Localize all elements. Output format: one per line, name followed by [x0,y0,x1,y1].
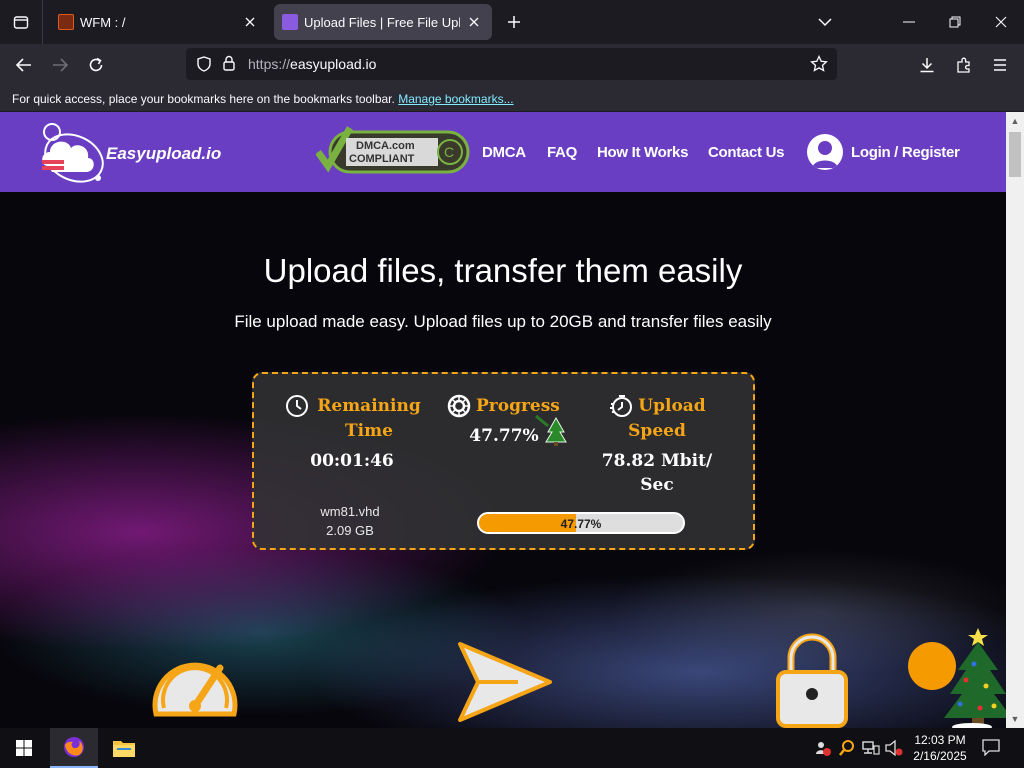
nav-how-it-works[interactable]: How It Works [597,144,688,161]
send-arrow-icon [458,642,552,722]
network-icon[interactable] [862,740,880,761]
wfm-favicon-icon [58,14,74,30]
upload-speed-label-line2: Speed [628,421,686,441]
restore-icon[interactable] [940,8,970,36]
firefox-taskbar-icon[interactable] [50,728,98,768]
search-magnifier-icon[interactable] [839,740,855,761]
back-arrow-icon[interactable] [9,51,39,79]
nav-dmca[interactable]: DMCA [482,144,526,161]
easyupload-favicon-icon [282,14,298,30]
speaker-muted-icon[interactable] [885,739,903,761]
taskbar-clock[interactable]: 12:03 PM 2/16/2025 [905,732,975,764]
remaining-time-value: 00:01:46 [310,451,394,471]
hero-subtitle: File upload made easy. Upload files up t… [234,312,772,331]
speedometer-icon [152,662,238,717]
page-scrollbar[interactable]: ▲ ▼ [1006,112,1024,728]
file-name: wm81.vhd [320,504,380,519]
new-tab-plus-icon[interactable] [502,10,526,34]
bookmarks-hint-text: For quick access, place your bookmarks h… [12,92,395,106]
brand-name[interactable]: Easyupload.io [106,144,221,164]
dmca-badge-line2: COMPLIANT [349,153,415,165]
start-windows-icon[interactable] [0,728,48,768]
tab-title: WFM : / [80,14,126,30]
clock-icon [286,395,308,417]
close-tab-icon[interactable] [240,12,260,32]
downloads-icon[interactable] [912,51,942,79]
reload-icon[interactable] [81,51,111,79]
tab-list-icon[interactable] [8,9,34,35]
upload-speed-label-line1: Upload [638,396,706,416]
upload-status-card: Remaining Time 00:01:46 Progress 47.77% … [252,372,755,550]
bookmarks-toolbar: For quick access, place your bookmarks h… [0,86,1024,112]
scroll-up-arrow-icon[interactable]: ▲ [1010,116,1020,126]
remaining-time-label-line2: Time [345,421,393,441]
easyupload-logo-icon[interactable] [38,122,108,184]
progress-ring-icon [447,394,471,418]
dmca-badge-line1: DMCA.com [356,140,415,152]
notifications-chat-icon[interactable] [982,738,1000,761]
hero-title: Upload files, transfer them easily [263,252,743,289]
page-viewport: Easyupload.io C DMCA.com COMPLIANT DMCA … [0,112,1024,728]
user-avatar-icon[interactable] [807,134,843,170]
clock-date: 2/16/2025 [913,749,967,763]
hamburger-menu-icon[interactable] [985,51,1015,79]
close-tab-icon[interactable] [464,12,484,32]
upload-progress-bar: 47.77% [477,512,685,534]
lock-icon[interactable] [222,55,236,76]
manage-bookmarks-link[interactable]: Manage bookmarks... [398,92,513,106]
extensions-puzzle-icon[interactable] [949,51,979,79]
tab-bar: WFM : / Upload Files | Free File Upload … [0,0,1024,44]
shield-icon[interactable] [196,56,212,77]
svg-text:C: C [444,144,454,160]
nav-contact-us[interactable]: Contact Us [708,144,784,161]
upload-speed-value-line1: 78.82 Mbit/ [601,451,713,471]
file-explorer-folder-icon[interactable] [100,728,148,768]
forward-arrow-icon[interactable] [45,51,75,79]
scrollbar-thumb[interactable] [1009,132,1021,177]
url-host: easyupload.io [290,56,377,72]
upload-speed-value-line2: Sec [640,475,674,495]
url-protocol: https:// [248,56,291,72]
tab-wfm[interactable]: WFM : / [50,4,268,40]
tab-separator [42,0,43,44]
scroll-down-arrow-icon[interactable]: ▼ [1010,714,1020,724]
file-size: 2.09 GB [326,523,374,538]
windows-taskbar: 12:03 PM 2/16/2025 [0,728,1024,768]
tab-title: Upload Files | Free File Upload a [304,14,460,30]
padlock-icon [776,633,848,728]
url-text[interactable]: https://easyupload.io [248,56,376,72]
nav-faq[interactable]: FAQ [547,144,577,161]
login-register-link[interactable]: Login / Register [851,144,960,161]
christmas-tree-cursor-icon [535,414,567,446]
minimize-icon[interactable] [894,8,924,36]
site-header: Easyupload.io C DMCA.com COMPLIANT DMCA … [0,112,1006,192]
close-window-icon[interactable] [986,8,1016,36]
address-bar[interactable]: https://easyupload.io [186,48,837,80]
people-notification-icon[interactable] [815,740,831,761]
clock-time: 12:03 PM [914,733,966,747]
list-all-tabs-chevron-icon[interactable] [810,8,840,36]
christmas-tree-decoration-icon [908,628,1006,728]
remaining-time-label-line1: Remaining [317,396,421,416]
progress-bar-text: 47.77% [560,517,602,531]
tab-easyupload[interactable]: Upload Files | Free File Upload a [274,4,492,40]
navigation-toolbar: https://easyupload.io [0,44,1024,86]
bookmark-star-icon[interactable] [810,54,828,78]
